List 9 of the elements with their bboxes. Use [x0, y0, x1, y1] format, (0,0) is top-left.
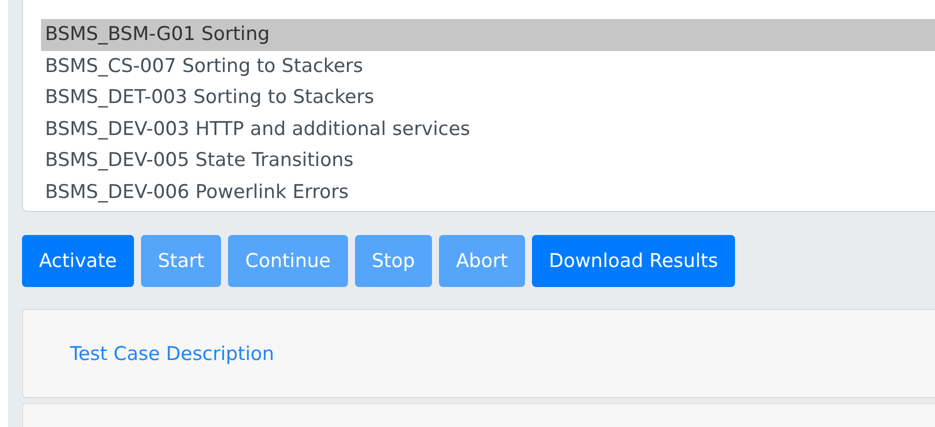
list-item[interactable]: BSMS_CS-007 Sorting to Stackers	[41, 50, 935, 82]
action-button[interactable]: Download Results	[532, 235, 735, 287]
list-item[interactable]: BSMS_DEV-005 State Transitions	[41, 145, 935, 176]
list-item[interactable]: BSMS_DEV-003 HTTP and additional services	[41, 114, 935, 145]
list-item[interactable]: BSMS_BSM-G01 Sorting	[41, 19, 935, 50]
description-link[interactable]: Test Case Description	[70, 342, 274, 364]
list-item[interactable]: BSMS_DET-003 Sorting to Stackers	[41, 82, 935, 114]
action-button[interactable]: Activate	[22, 235, 134, 287]
list-item[interactable]: BSMS_DEV-006 Powerlink Errors	[41, 176, 935, 208]
